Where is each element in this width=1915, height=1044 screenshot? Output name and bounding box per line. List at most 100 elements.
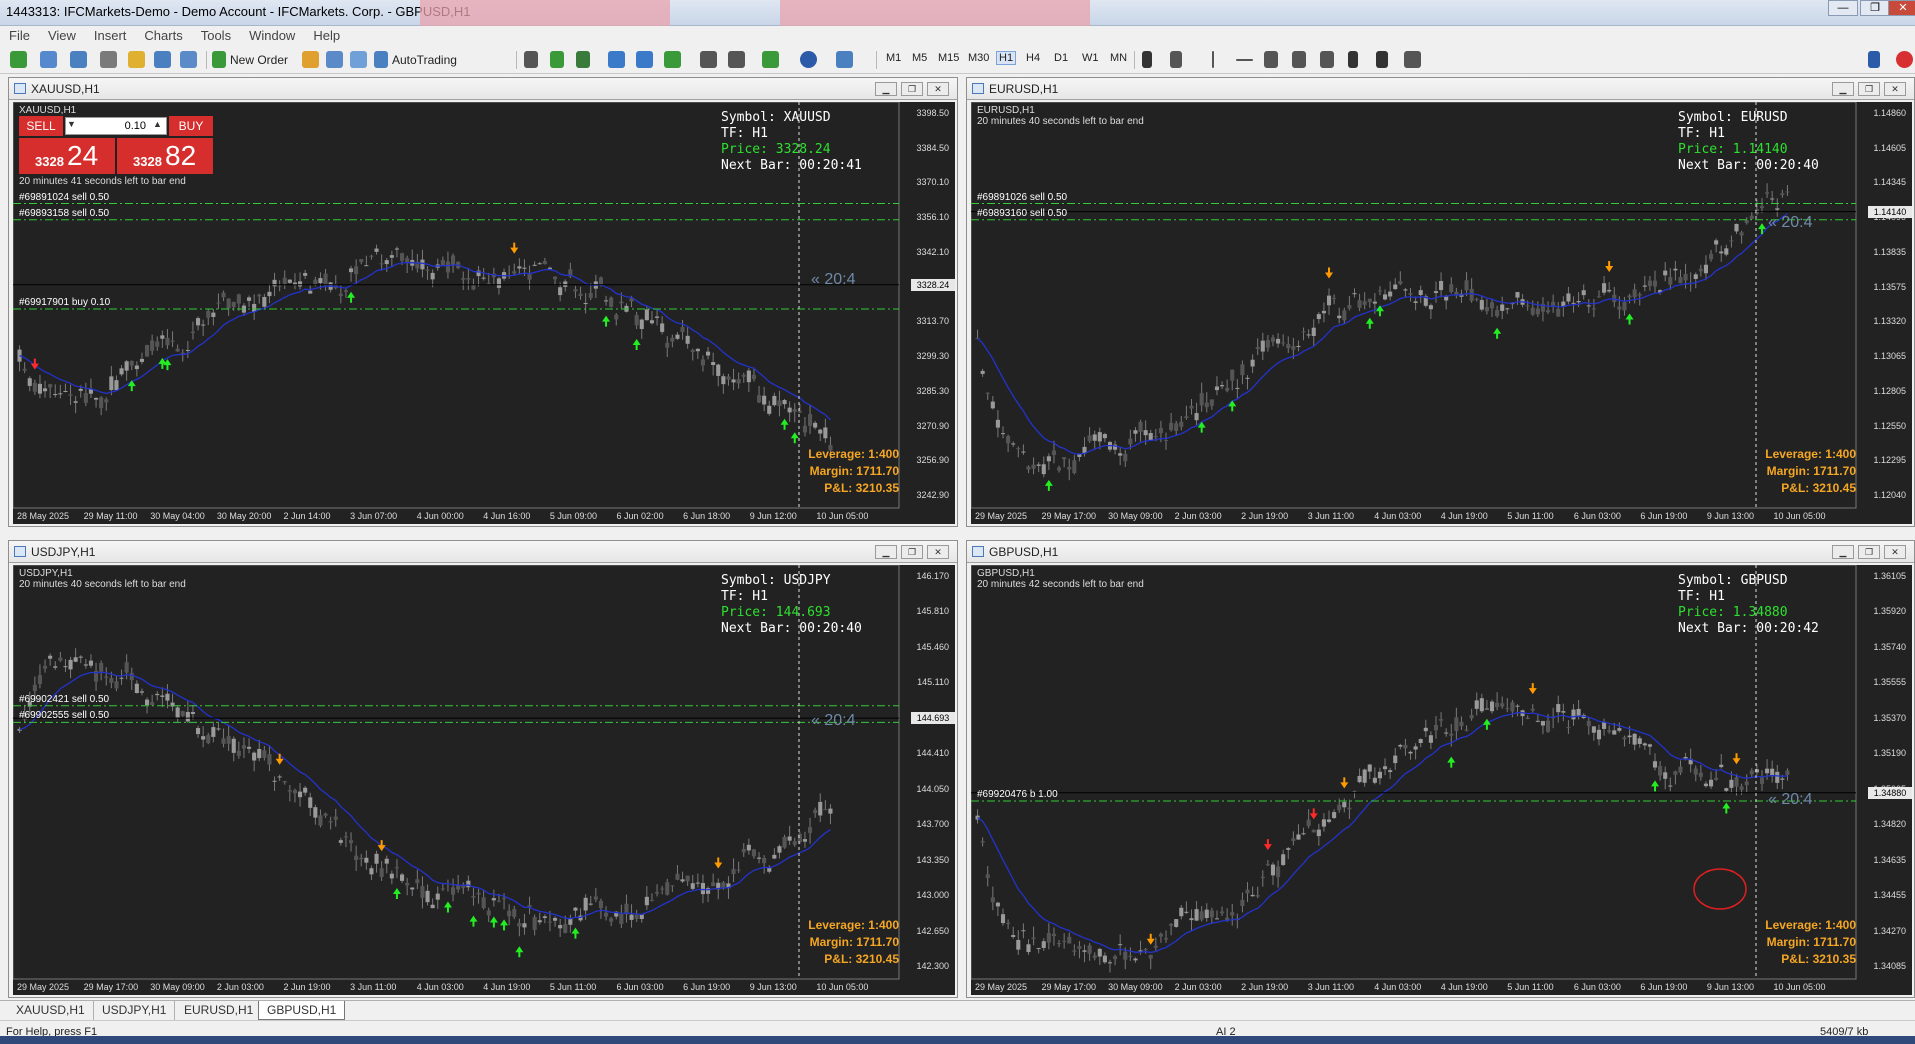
chart-close-button[interactable]: ✕ bbox=[927, 82, 949, 96]
maximize-button[interactable]: ❐ bbox=[1860, 0, 1890, 16]
cursor-icon[interactable] bbox=[1142, 51, 1152, 68]
new-order-button[interactable]: New Order bbox=[230, 50, 288, 70]
order-label[interactable]: #69917901 buy 0.10 bbox=[19, 297, 110, 308]
tf-m30[interactable]: M30 bbox=[966, 52, 991, 64]
candlestick-icon[interactable] bbox=[550, 51, 564, 68]
lot-increase-icon[interactable]: ▲ bbox=[153, 119, 162, 129]
terminal-icon[interactable] bbox=[154, 51, 171, 68]
tab-usdjpy[interactable]: USDJPY,H1 bbox=[94, 1001, 176, 1020]
order-label[interactable]: #69891024 sell 0.50 bbox=[19, 192, 109, 203]
candle-body bbox=[1179, 421, 1184, 427]
order-label[interactable]: #69893160 sell 0.50 bbox=[977, 208, 1067, 219]
bid-price-box[interactable]: 3328 24 bbox=[19, 138, 115, 174]
tab-eurusd[interactable]: EURUSD,H1 bbox=[176, 1001, 263, 1020]
chart-plot-area[interactable]: #69891024 sell 0.50 #69893158 sell 0.50 #6… bbox=[13, 102, 955, 524]
tf-h1[interactable]: H1 bbox=[996, 51, 1017, 65]
candle-body bbox=[1230, 912, 1235, 916]
periods-icon[interactable] bbox=[800, 51, 817, 68]
equidistant-channel-icon[interactable] bbox=[1292, 51, 1306, 68]
chart-window-titlebar[interactable]: GBPUSD,H1 ▁ ❐ ✕ bbox=[967, 541, 1914, 563]
profiles-icon[interactable] bbox=[40, 51, 57, 68]
minimize-button[interactable]: — bbox=[1828, 0, 1858, 16]
tab-gbpusd[interactable]: GBPUSD,H1 bbox=[258, 1001, 346, 1020]
tf-m5[interactable]: M5 bbox=[910, 52, 929, 64]
fibonacci-icon[interactable] bbox=[1320, 51, 1334, 68]
zoom-in-icon[interactable] bbox=[608, 51, 625, 68]
chart-restore-button[interactable]: ❐ bbox=[901, 82, 923, 96]
navigator-icon[interactable] bbox=[128, 51, 145, 68]
vertical-line-icon[interactable] bbox=[1212, 51, 1214, 68]
order-label[interactable]: #69902555 sell 0.50 bbox=[19, 710, 109, 721]
indicators-icon[interactable] bbox=[762, 51, 779, 68]
chart-window-usdjpy[interactable]: USDJPY,H1 ▁ ❐ ✕ #69902421 sell 0.50 #6990… bbox=[8, 540, 958, 998]
menu-help[interactable]: Help bbox=[304, 26, 349, 45]
menu-tools[interactable]: Tools bbox=[192, 26, 240, 45]
chart-minimize-button[interactable]: ▁ bbox=[1832, 545, 1854, 559]
tf-w1[interactable]: W1 bbox=[1080, 52, 1101, 64]
crosshair-icon[interactable] bbox=[1170, 51, 1182, 68]
text-icon[interactable] bbox=[1348, 51, 1358, 68]
zoom-out-icon[interactable] bbox=[636, 51, 653, 68]
order-label[interactable]: #69893158 sell 0.50 bbox=[19, 208, 109, 219]
line-chart-icon[interactable] bbox=[576, 51, 590, 68]
chart-restore-button[interactable]: ❐ bbox=[901, 545, 923, 559]
signals-icon[interactable] bbox=[350, 51, 367, 68]
chart-plot-area[interactable]: #69920476 b 1.00 1.36105 1.35920 1.35740 1.3… bbox=[971, 565, 1912, 995]
chart-window-gbpusd[interactable]: GBPUSD,H1 ▁ ❐ ✕ #69920476 b 1.00 1.36105 1… bbox=[966, 540, 1915, 998]
chart-window-eurusd[interactable]: EURUSD,H1 ▁ ❐ ✕ #69891026 sell 0.50 #6989… bbox=[966, 77, 1915, 527]
tf-h4[interactable]: H4 bbox=[1024, 52, 1042, 64]
tester-icon[interactable] bbox=[180, 51, 197, 68]
menu-view[interactable]: View bbox=[39, 26, 85, 45]
sell-button[interactable]: SELL bbox=[19, 116, 63, 136]
new-chart-icon[interactable] bbox=[10, 51, 27, 68]
tf-mn[interactable]: MN bbox=[1108, 52, 1129, 64]
menu-window[interactable]: Window bbox=[240, 26, 304, 45]
chart-window-titlebar[interactable]: USDJPY,H1 ▁ ❐ ✕ bbox=[9, 541, 957, 563]
notifications-icon[interactable] bbox=[1896, 51, 1913, 68]
order-label[interactable]: #69920476 b 1.00 bbox=[977, 789, 1058, 800]
tile-windows-icon[interactable] bbox=[664, 51, 681, 68]
chat-icon[interactable] bbox=[326, 51, 343, 68]
horizontal-line-icon[interactable] bbox=[1236, 59, 1253, 61]
countdown-trail-label: « 20:4 bbox=[1768, 213, 1813, 231]
chart-window-xauusd[interactable]: XAUUSD,H1 ▁ ❐ ✕ #69891024 sell 0.50 #6989… bbox=[8, 77, 958, 527]
chart-close-button[interactable]: ✕ bbox=[1884, 82, 1906, 96]
bar-chart-icon[interactable] bbox=[524, 51, 538, 68]
chart-shift-icon[interactable] bbox=[728, 51, 745, 68]
chart-window-titlebar[interactable]: EURUSD,H1 ▁ ❐ ✕ bbox=[967, 78, 1914, 100]
buy-button[interactable]: BUY bbox=[169, 116, 213, 136]
chart-restore-button[interactable]: ❐ bbox=[1858, 82, 1880, 96]
market-watch-icon[interactable] bbox=[70, 51, 87, 68]
data-window-icon[interactable] bbox=[100, 51, 117, 68]
chart-plot-area[interactable]: #69902421 sell 0.50 #69902555 sell 0.50 14… bbox=[13, 565, 955, 995]
autoscroll-icon[interactable] bbox=[700, 51, 717, 68]
tab-xauusd[interactable]: XAUUSD,H1 bbox=[8, 1001, 94, 1020]
chart-minimize-button[interactable]: ▁ bbox=[875, 545, 897, 559]
chart-close-button[interactable]: ✕ bbox=[927, 545, 949, 559]
trendline-icon[interactable] bbox=[1264, 51, 1278, 68]
tf-m1[interactable]: M1 bbox=[884, 52, 903, 64]
lot-decrease-icon[interactable]: ▼ bbox=[67, 119, 76, 129]
menu-file[interactable]: File bbox=[0, 26, 39, 45]
arrows-icon[interactable] bbox=[1404, 51, 1421, 68]
menu-charts[interactable]: Charts bbox=[135, 26, 191, 45]
tf-m15[interactable]: M15 bbox=[936, 52, 961, 64]
search-icon[interactable] bbox=[1868, 51, 1880, 68]
chart-plot-area[interactable]: #69891026 sell 0.50 #69893160 sell 0.50 1.… bbox=[971, 102, 1912, 524]
autotrading-button[interactable]: AutoTrading bbox=[392, 50, 457, 70]
menu-insert[interactable]: Insert bbox=[85, 26, 136, 45]
chart-close-button[interactable]: ✕ bbox=[1884, 545, 1906, 559]
order-label[interactable]: #69891026 sell 0.50 bbox=[977, 192, 1067, 203]
tf-d1[interactable]: D1 bbox=[1052, 52, 1070, 64]
chart-minimize-button[interactable]: ▁ bbox=[1832, 82, 1854, 96]
lot-size-input[interactable]: 0.10 bbox=[65, 117, 167, 135]
order-label[interactable]: #69902421 sell 0.50 bbox=[19, 694, 109, 705]
metaeditor-icon[interactable] bbox=[302, 51, 319, 68]
text-label-icon[interactable] bbox=[1376, 51, 1388, 68]
chart-minimize-button[interactable]: ▁ bbox=[875, 82, 897, 96]
chart-window-titlebar[interactable]: XAUUSD,H1 ▁ ❐ ✕ bbox=[9, 78, 957, 100]
close-button[interactable]: ✕ bbox=[1888, 0, 1915, 16]
chart-restore-button[interactable]: ❐ bbox=[1858, 545, 1880, 559]
templates-icon[interactable] bbox=[836, 51, 853, 68]
ask-price-box[interactable]: 3328 82 bbox=[117, 138, 213, 174]
